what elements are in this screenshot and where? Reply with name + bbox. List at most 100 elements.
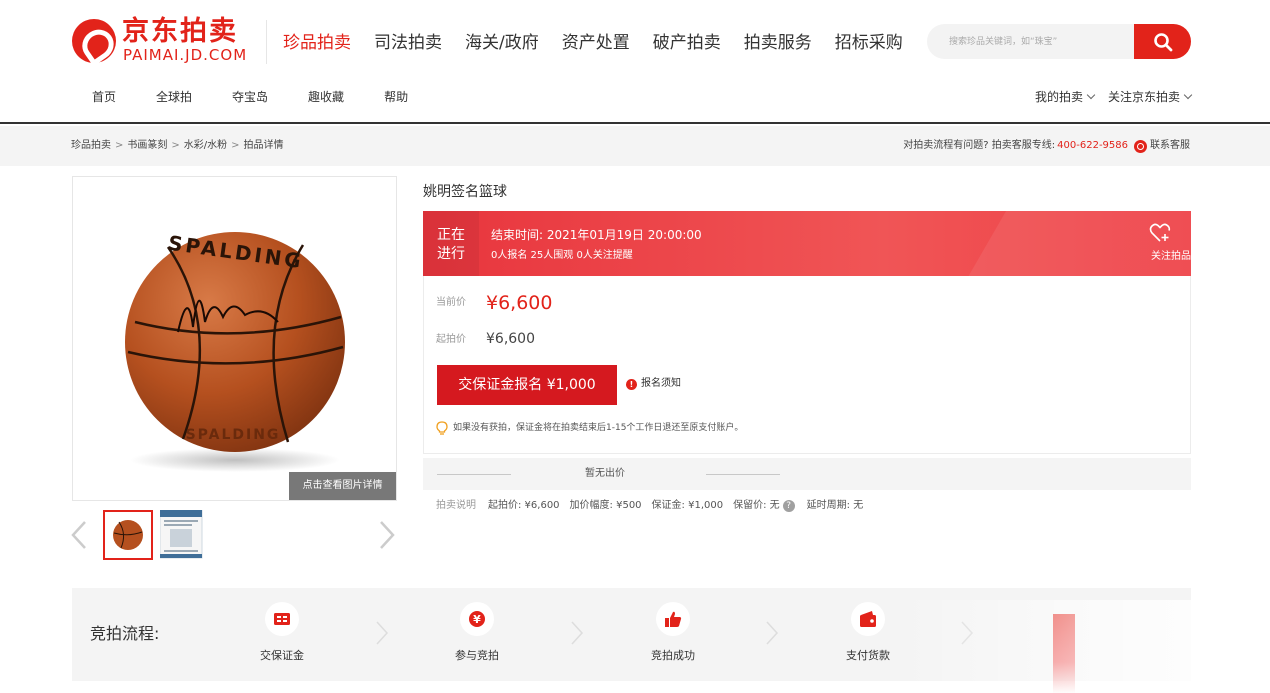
jd-paimai-logo[interactable]: 京东拍卖 PAIMAI.JD.COM: [72, 16, 252, 66]
auction-info: 拍卖说明 起拍价: ¥6,600 加价幅度: ¥500 保证金: ¥1,000 …: [436, 499, 863, 513]
current-price: ¥6,600: [486, 292, 553, 314]
step-participate: ¥ 参与竞拍: [422, 588, 532, 681]
chevron-down-icon: [1086, 90, 1096, 100]
search-input[interactable]: [927, 24, 1142, 59]
thumbnail-basketball[interactable]: [103, 510, 153, 560]
auction-status-bar: 正在 进行 结束时间: 2021年01月19日 20:00:00 0人报名 25…: [423, 211, 1191, 276]
subnav-home[interactable]: 首页: [92, 89, 116, 105]
thumb-next-arrow-icon[interactable]: [378, 520, 396, 550]
search-button[interactable]: [1134, 24, 1191, 59]
customer-service-icon: [1134, 139, 1147, 153]
status-line2: 进行: [437, 246, 465, 262]
deposit-register-button[interactable]: 交保证金报名 ¥1,000: [437, 365, 617, 405]
view-image-detail-button[interactable]: 点击查看图片详情: [289, 472, 396, 500]
end-time: 结束时间: 2021年01月19日 20:00:00: [491, 228, 702, 242]
auction-stats: 0人报名 25人围观 0人关注提醒: [491, 250, 633, 261]
logo-en-text: PAIMAI.JD.COM: [123, 46, 248, 64]
process-title: 竞拍流程:: [90, 624, 160, 643]
price-panel: 当前价 ¥6,600 起拍价 ¥6,600 交保证金报名 ¥1,000 ! 报名…: [423, 276, 1191, 454]
refund-tip-text: 如果没有获拍，保证金将在拍卖结束后1-15个工作日退还至原支付账户。: [453, 423, 744, 433]
info-start-price: 起拍价: ¥6,600: [488, 500, 560, 511]
step-label: 竞拍成功: [651, 649, 695, 662]
follow-jd-dropdown[interactable]: 关注京东拍卖: [1107, 89, 1193, 105]
main-nav: 珍品拍卖 司法拍卖 海关/政府 资产处置 破产拍卖 拍卖服务 招标采购: [283, 30, 926, 56]
bidding-process: 竞拍流程: 交保证金 ¥ 参与竞拍 竞拍成功 支付货款: [72, 588, 1191, 681]
breadcrumb-separator: >: [231, 140, 240, 151]
wallet-icon: [851, 602, 885, 636]
chevron-right-icon: [961, 621, 974, 645]
help-line: 对拍卖流程有问题? 拍卖客服专线: 400-622-9586 联系客服: [903, 139, 1190, 153]
nav-item-zhenpin[interactable]: 珍品拍卖: [283, 30, 351, 56]
breadcrumb-item[interactable]: 水彩/水粉: [184, 139, 227, 153]
logo-divider: [266, 20, 267, 64]
step-deposit: 交保证金: [227, 588, 337, 681]
step-label: 交保证金: [260, 649, 304, 662]
svg-text:¥: ¥: [473, 613, 481, 626]
sub-nav: 首页 全球拍 夺宝岛 趣收藏 帮助 我的拍卖 关注京东拍卖: [0, 70, 1270, 124]
subnav-global[interactable]: 全球拍: [156, 89, 192, 105]
nav-item-pochan[interactable]: 破产拍卖: [653, 30, 721, 56]
step-success: 竞拍成功: [618, 588, 728, 681]
follow-jd-label: 关注京东拍卖: [1107, 90, 1180, 104]
search-box: [927, 24, 1191, 59]
contact-service-link[interactable]: 联系客服: [1150, 139, 1190, 153]
heart-plus-icon: [1149, 223, 1171, 242]
info-deposit: 保证金: ¥1,000: [651, 500, 724, 511]
start-price-label: 起拍价: [436, 334, 466, 345]
nav-item-sifa[interactable]: 司法拍卖: [374, 30, 442, 56]
subnav-treasure-island[interactable]: 夺宝岛: [232, 89, 268, 105]
deposit-icon: [265, 602, 299, 636]
chevron-right-icon: [571, 621, 584, 645]
follow-label: 关注拍品: [1151, 251, 1191, 262]
my-auction-dropdown[interactable]: 我的拍卖: [1035, 89, 1096, 105]
basketball-image: SPALDING SPALDING: [125, 231, 345, 472]
no-bid-text: 暂无出价: [585, 468, 625, 479]
nav-item-fuwu[interactable]: 拍卖服务: [744, 30, 812, 56]
certificate-thumb-image: [159, 509, 203, 559]
subnav-collection[interactable]: 趣收藏: [308, 89, 344, 105]
divider: [437, 474, 511, 475]
status-badge: 正在 进行: [423, 211, 479, 276]
divider: [706, 474, 780, 475]
info-increment: 加价幅度: ¥500: [569, 500, 642, 511]
refund-tip: 如果没有获拍，保证金将在拍卖结束后1-15个工作日退还至原支付账户。: [436, 421, 743, 435]
lightbulb-icon: [436, 421, 448, 435]
item-title: 姚明签名篮球: [423, 184, 507, 200]
basketball-thumb-image: [105, 512, 151, 558]
thumbs-up-icon: [656, 602, 690, 636]
thumb-prev-arrow-icon[interactable]: [70, 520, 88, 550]
registration-notice-link[interactable]: ! 报名须知: [626, 377, 681, 391]
yen-icon: ¥: [460, 602, 494, 636]
chevron-right-icon: [376, 621, 389, 645]
nav-item-haiguan[interactable]: 海关/政府: [465, 30, 539, 56]
breadcrumb-current: 拍品详情: [243, 140, 284, 151]
help-text: 对拍卖流程有问题? 拍卖客服专线:: [903, 140, 1056, 151]
follow-item-button[interactable]: 关注拍品: [1127, 211, 1191, 276]
search-icon: [1154, 33, 1173, 52]
breadcrumb-separator: >: [115, 140, 124, 151]
status-line1: 正在: [437, 227, 465, 243]
bid-history: 暂无出价: [423, 458, 1191, 490]
alert-icon: !: [626, 378, 637, 390]
breadcrumb-bar: 珍品拍卖 > 书画篆刻 > 水彩/水粉 > 拍品详情 对拍卖流程有问题? 拍卖客…: [0, 126, 1270, 166]
breadcrumb-item[interactable]: 珍品拍卖: [71, 139, 111, 153]
info-extension: 延时周期: 无: [806, 500, 864, 511]
breadcrumb-item[interactable]: 书画篆刻: [127, 139, 167, 153]
info-reserve-price: 保留价: 无: [733, 500, 780, 511]
step-label: 参与竞拍: [455, 649, 499, 662]
nav-item-zichan[interactable]: 资产处置: [562, 30, 630, 56]
nav-item-zhaobiao[interactable]: 招标采购: [835, 30, 903, 56]
side-float-bar: [1053, 614, 1075, 693]
current-price-label: 当前价: [436, 297, 466, 308]
step-payment: 支付货款: [813, 588, 923, 681]
main-product-image[interactable]: SPALDING SPALDING 点击查看图片详情: [72, 176, 397, 501]
registration-notice-label: 报名须知: [641, 378, 681, 389]
logo-mark-icon: [72, 19, 116, 63]
question-icon[interactable]: ?: [782, 500, 795, 512]
logo-cn-text: 京东拍卖: [122, 16, 238, 47]
service-phone: 400-622-9586: [1057, 140, 1128, 151]
thumbnail-certificate[interactable]: [159, 509, 210, 560]
subnav-help[interactable]: 帮助: [384, 89, 408, 105]
step-label: 支付货款: [846, 649, 890, 662]
start-price: ¥6,600: [486, 331, 535, 347]
